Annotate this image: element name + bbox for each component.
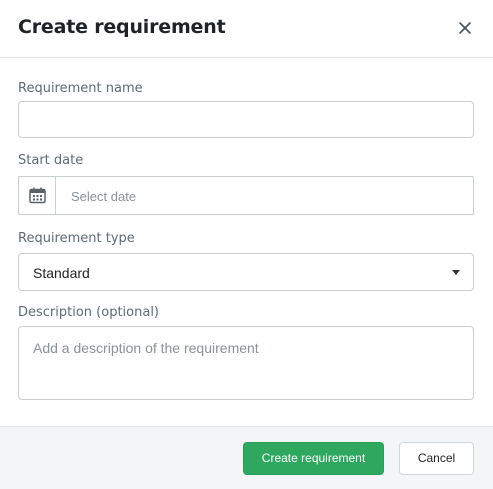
caret-down-icon (452, 270, 460, 275)
requirement-name-input[interactable] (18, 101, 474, 138)
create-requirement-dialog: Create requirement Requirement name Star… (0, 0, 493, 489)
start-date-label: Start date (18, 153, 84, 168)
description-placeholder: Add a description of the requirement (33, 340, 259, 356)
description-label: Description (optional) (18, 305, 160, 320)
close-icon[interactable] (456, 19, 474, 37)
requirement-type-select[interactable]: Standard (18, 253, 474, 291)
start-date-picker[interactable]: Select date (18, 176, 474, 215)
requirement-name-label: Requirement name (18, 81, 143, 96)
dialog-footer: Create requirement Cancel (0, 426, 493, 489)
calendar-icon (29, 187, 46, 204)
dialog-header: Create requirement (0, 0, 493, 58)
close-icon-glyph (459, 22, 471, 34)
create-requirement-button[interactable]: Create requirement (243, 442, 384, 475)
calendar-icon-box[interactable] (19, 177, 56, 214)
dialog-title: Create requirement (18, 16, 226, 38)
cancel-button[interactable]: Cancel (399, 442, 474, 475)
description-textarea[interactable]: Add a description of the requirement (18, 326, 474, 400)
start-date-placeholder: Select date (71, 189, 137, 204)
requirement-type-value: Standard (33, 265, 90, 281)
requirement-type-label: Requirement type (18, 231, 135, 246)
